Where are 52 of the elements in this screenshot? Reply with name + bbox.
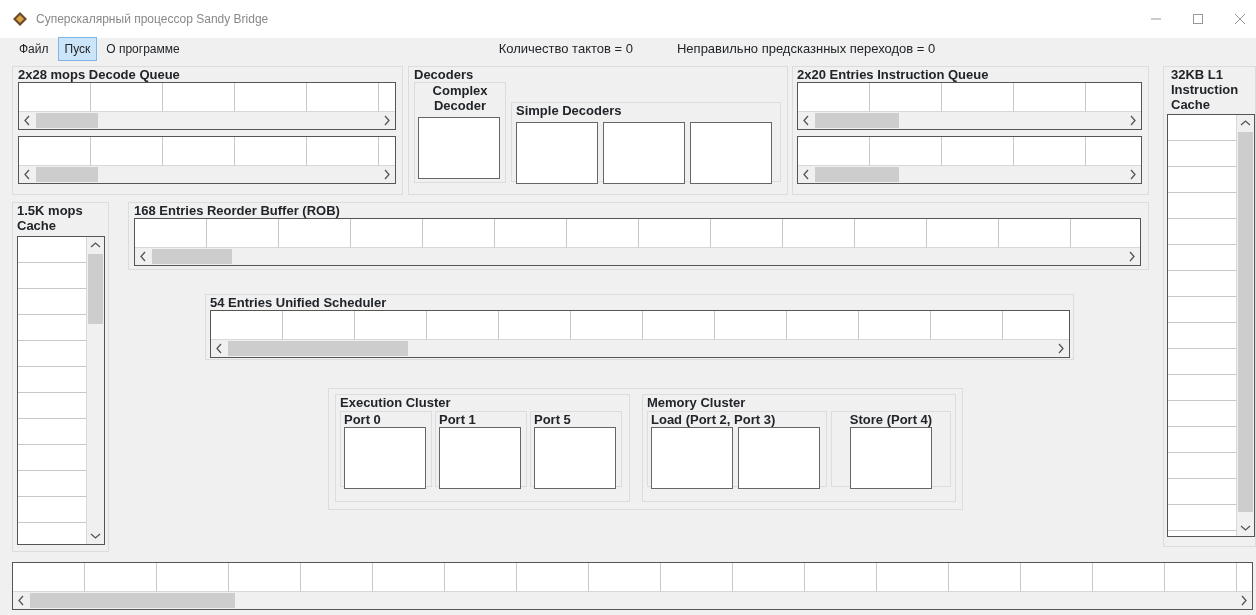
- data-grid[interactable]: [12, 562, 1253, 610]
- menu-item[interactable]: О программе: [99, 37, 187, 61]
- group-title: Port 0: [344, 412, 382, 427]
- group-title: 54 Entries Unified Scheduler: [210, 295, 388, 310]
- horizontal-scrollbar[interactable]: [211, 340, 1069, 357]
- group-title: Load (Port 2, Port 3): [651, 412, 777, 427]
- horizontal-scrollbar[interactable]: [19, 112, 395, 129]
- maximize-icon[interactable]: [1192, 13, 1204, 25]
- data-grid[interactable]: [18, 82, 396, 130]
- window-title: Суперскалярный процессор Sandy Bridge: [36, 11, 269, 28]
- group-title: Store (Port 4): [849, 412, 933, 427]
- close-icon[interactable]: [1234, 13, 1246, 25]
- scrollbar-thumb[interactable]: [815, 113, 899, 128]
- horizontal-scrollbar[interactable]: [13, 592, 1252, 609]
- data-grid[interactable]: [134, 218, 1141, 266]
- data-grid[interactable]: [210, 310, 1070, 358]
- group-title: Memory Cluster: [647, 395, 747, 410]
- group-title: Complex Decoder: [431, 83, 489, 113]
- scrollbar-thumb[interactable]: [30, 593, 235, 608]
- data-grid[interactable]: [1167, 114, 1255, 537]
- scrollbar-thumb[interactable]: [1238, 132, 1253, 512]
- horizontal-scrollbar[interactable]: [798, 166, 1141, 183]
- horizontal-scrollbar[interactable]: [135, 248, 1140, 265]
- group-title: Port 1: [439, 412, 477, 427]
- menu-item[interactable]: Файл: [12, 37, 56, 61]
- scrollbar-thumb[interactable]: [88, 254, 103, 324]
- vertical-scrollbar[interactable]: [87, 237, 104, 544]
- group-title: Port 5: [534, 412, 572, 427]
- vertical-scrollbar[interactable]: [1237, 115, 1254, 536]
- data-grid[interactable]: [797, 136, 1142, 184]
- scrollbar-thumb[interactable]: [36, 167, 98, 182]
- scrollbar-thumb[interactable]: [152, 249, 232, 264]
- scrollbar-thumb[interactable]: [36, 113, 98, 128]
- horizontal-scrollbar[interactable]: [798, 112, 1141, 129]
- counter-label: Количество тактов = 0: [498, 40, 633, 59]
- data-grid[interactable]: [18, 136, 396, 184]
- data-grid[interactable]: [17, 236, 105, 545]
- group-title: Decoders: [414, 67, 475, 82]
- scrollbar-thumb[interactable]: [815, 167, 899, 182]
- horizontal-scrollbar[interactable]: [19, 166, 395, 183]
- group-title: Simple Decoders: [516, 103, 623, 118]
- group-title: 1.5K mops Cache: [17, 203, 84, 233]
- scrollbar-thumb[interactable]: [228, 341, 408, 356]
- counter-label: Неправильно предсказнных переходов = 0: [677, 40, 936, 59]
- app-icon: [12, 11, 28, 27]
- data-grid[interactable]: [797, 82, 1142, 130]
- group-title: 32KB L1 Instruction Cache: [1171, 67, 1240, 112]
- group-title: 2x28 mops Decode Queue: [18, 67, 181, 82]
- menu-item[interactable]: Пуск: [57, 37, 98, 61]
- group-title: 168 Entries Reorder Buffer (ROB): [134, 203, 341, 218]
- group-title: Execution Cluster: [340, 395, 452, 410]
- group-title: 2x20 Entries Instruction Queue: [797, 67, 990, 82]
